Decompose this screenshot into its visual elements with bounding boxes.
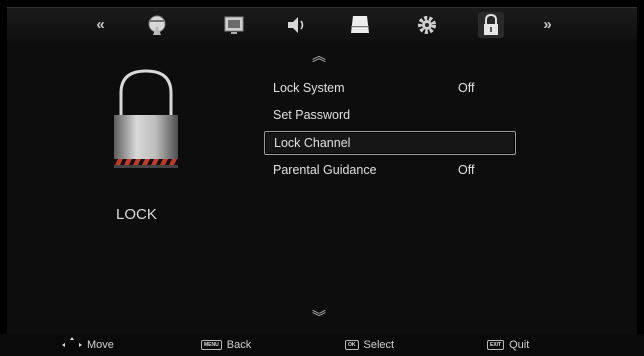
- tab-lock[interactable]: [477, 8, 505, 41]
- scroll-down-icon[interactable]: ︾: [312, 310, 326, 324]
- hint-back-label: Back: [226, 339, 252, 351]
- hint-select-label: Select: [363, 339, 395, 351]
- menu-item-label: Parental Guidance: [273, 163, 377, 177]
- footer-hint-bar: Move MENU Back OK Select EXIT Quit: [0, 334, 644, 356]
- menu-item-parental-guidance[interactable]: Parental Guidance Off: [264, 159, 514, 181]
- hint-move-label: Move: [87, 339, 114, 351]
- hint-select: OK Select: [345, 334, 394, 356]
- tab-setup[interactable]: [413, 8, 441, 41]
- hint-back: MENU Back: [201, 334, 251, 356]
- time-clock-icon: [347, 12, 373, 38]
- menu-item-lock-channel[interactable]: Lock Channel: [264, 131, 516, 155]
- padlock-icon: [478, 11, 504, 38]
- chevron-right-icon: »: [543, 16, 551, 33]
- menu-item-set-password[interactable]: Set Password: [264, 104, 514, 126]
- dpad-arrows-icon: [62, 336, 82, 354]
- tab-picture[interactable]: [220, 8, 248, 41]
- menu-item-label: Lock System: [273, 81, 345, 95]
- chevron-left-icon: «: [96, 16, 104, 33]
- menu-item-label: Lock Channel: [274, 136, 351, 150]
- tab-time[interactable]: [346, 8, 374, 41]
- hint-quit: EXIT Quit: [487, 334, 529, 356]
- next-page-button[interactable]: »: [537, 8, 557, 41]
- monitor-picture-icon: [221, 12, 247, 38]
- prev-page-button[interactable]: «: [90, 8, 110, 41]
- ok-key-icon: OK: [345, 340, 359, 350]
- speaker-sound-icon: [284, 12, 310, 38]
- menu-item-value: Off: [458, 163, 475, 177]
- hint-move: Move: [62, 334, 114, 356]
- menu-key-icon: MENU: [201, 340, 222, 350]
- menu-item-value: Off: [458, 81, 475, 95]
- page-title: LOCK: [116, 206, 157, 223]
- scroll-up-icon[interactable]: ︽: [312, 49, 326, 63]
- satellite-dish-icon: [144, 12, 170, 38]
- tab-sound[interactable]: [283, 8, 311, 41]
- gear-settings-icon: [414, 12, 440, 38]
- menu-item-lock-system[interactable]: Lock System Off: [264, 77, 514, 99]
- exit-key-icon: EXIT: [487, 340, 505, 350]
- large-padlock-icon: [108, 65, 184, 185]
- hint-quit-label: Quit: [509, 339, 530, 351]
- top-menu-bar: « »: [7, 7, 637, 41]
- menu-item-label: Set Password: [273, 108, 351, 122]
- tab-channel[interactable]: [143, 8, 171, 41]
